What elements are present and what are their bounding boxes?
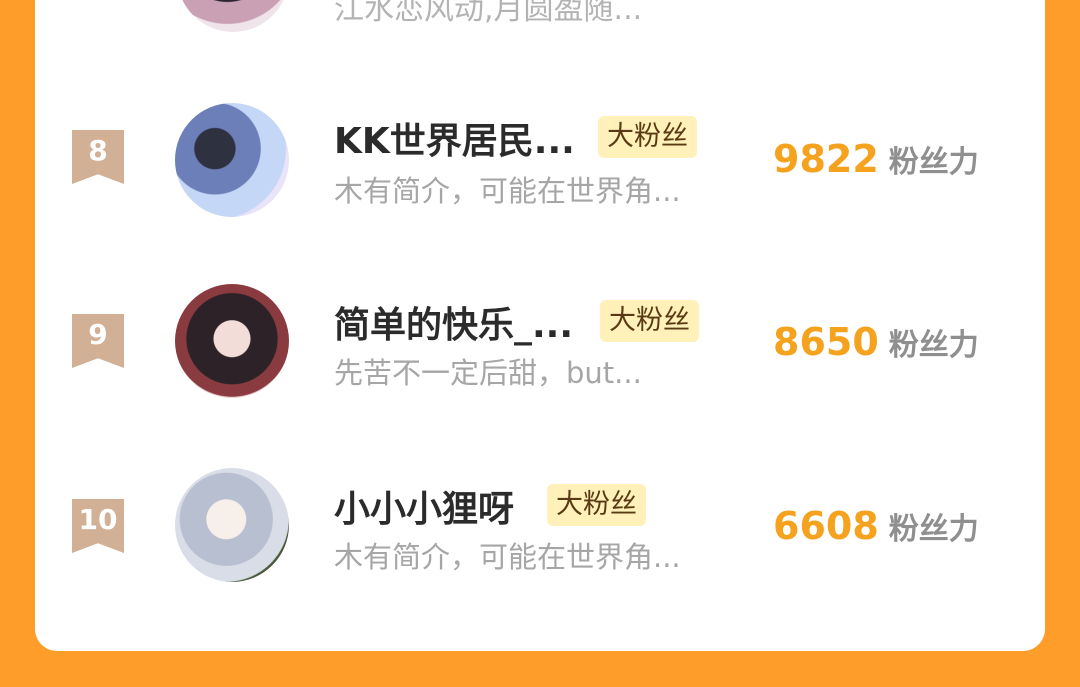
rank-ribbon: 8 [72,130,124,184]
fan-power-score: 9822 粉丝力 [773,137,979,181]
user-description: 木有简介，可能在世界角... [334,540,681,574]
fan-power-value: 6608 [773,504,879,548]
user-description: 木有简介，可能在世界角... [334,174,681,208]
user-name[interactable]: 简单的快乐_... [334,296,573,348]
ranking-row[interactable]: 8 KK世界居民... 大粉丝 木有简介，可能在世界角... 9822 粉丝力 [0,100,1080,220]
avatar[interactable] [175,103,289,217]
fan-level-badge: 大粉丝 [598,116,697,158]
fan-power-value: 9822 [773,137,879,181]
rank-number: 8 [88,134,108,167]
user-name[interactable]: 小小小狸呀 [334,480,514,532]
user-description: 先苦不一定后甜，but... [334,356,642,390]
fan-power-score: 6608 粉丝力 [773,504,979,548]
fan-level-badge: 大粉丝 [600,300,699,342]
user-description: 江水恋风动,月圆盈随... [334,0,643,27]
fan-power-score: 8650 粉丝力 [773,320,979,364]
rank-number: 10 [78,503,118,536]
user-name[interactable]: KK世界居民... [334,112,575,164]
fan-level-badge: 大粉丝 [547,484,646,526]
fan-power-unit: 粉丝力 [888,328,979,363]
ranking-row[interactable]: 9 简单的快乐_... 大粉丝 先苦不一定后甜，but... 8650 粉丝力 [0,284,1080,404]
rank-ribbon: 10 [72,499,124,553]
fan-power-value: 8650 [773,320,879,364]
fan-power-unit: 粉丝力 [888,145,979,180]
avatar[interactable] [175,284,289,398]
ranking-row[interactable]: 10 小小小狸呀 大粉丝 木有简介，可能在世界角... 6608 粉丝力 [0,468,1080,588]
rank-ribbon: 9 [72,314,124,368]
avatar[interactable] [175,468,289,582]
fan-power-unit: 粉丝力 [888,512,979,547]
rank-number: 9 [88,318,108,351]
